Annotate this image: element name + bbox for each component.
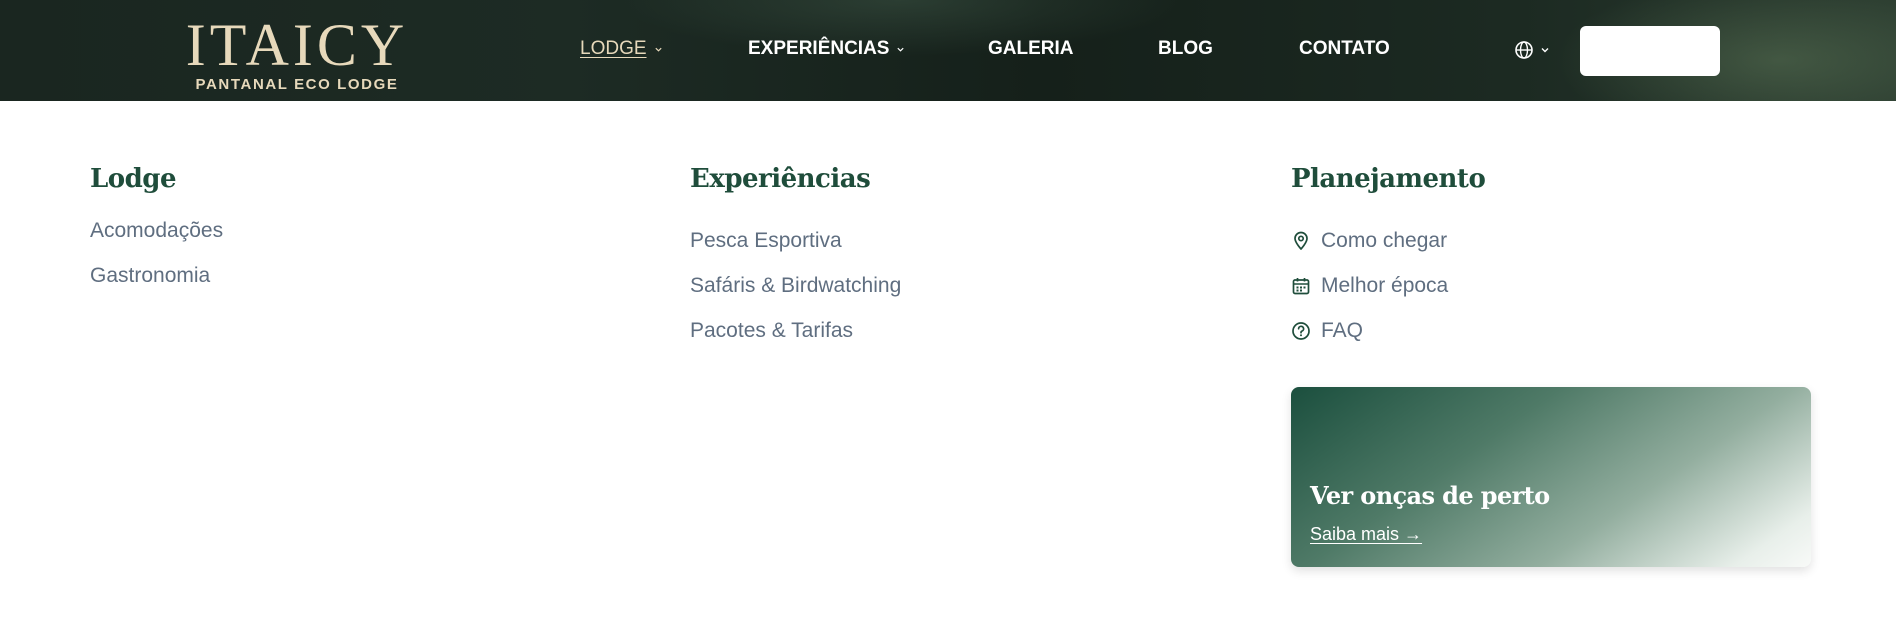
brand-tagline: PANTANAL ECO LODGE [195,76,399,93]
nav-item-label: LODGE [580,38,647,59]
nav-item-label: GALERIA [988,38,1074,59]
site-header: ITAICY PANTANAL ECO LODGE LODGE EXPERIÊN… [0,0,1896,101]
menu-link-gastronomia[interactable]: Gastronomia [90,264,210,288]
menu-link-acomodacoes[interactable]: Acomodações [90,219,223,243]
calendar-icon [1292,278,1310,295]
globe-icon [1515,41,1533,59]
chevron-down-icon [654,47,662,52]
brand-name: ITAICY [185,12,409,78]
chevron-down-icon [1541,48,1549,53]
menu-link-melhor-epoca[interactable]: Melhor época [1291,274,1448,298]
map-pin-icon [1294,231,1308,250]
nav-item-lodge[interactable]: LODGE [580,37,663,61]
menu-link-label: FAQ [1321,319,1364,342]
menu-link-faq[interactable]: FAQ [1291,319,1363,343]
language-selector[interactable] [1514,40,1550,60]
menu-column-title-lodge: Lodge [90,164,177,194]
nav-item-experiencias[interactable]: EXPERIÊNCIAS [748,37,905,61]
nav-item-label: CONTATO [1299,38,1390,59]
promo-card[interactable]: Ver onças de perto Saiba mais → [1291,387,1811,567]
brand-logo[interactable]: ITAICY PANTANAL ECO LODGE [178,14,416,94]
promo-title: Ver onças de perto [1310,481,1550,510]
menu-link-safaris-birdwatching[interactable]: Safáris & Birdwatching [690,274,901,298]
menu-column-title-experiencias: Experiências [690,164,871,194]
menu-link-pacotes-tarifas[interactable]: Pacotes & Tarifas [690,319,853,343]
promo-link[interactable]: Saiba mais → [1310,524,1422,545]
menu-column-title-planejamento: Planejamento [1291,164,1486,194]
menu-link-label: Como chegar [1321,229,1448,252]
help-circle-icon [1292,322,1310,340]
menu-link-label: Melhor época [1321,274,1449,297]
chevron-down-icon [897,47,905,52]
menu-link-como-chegar[interactable]: Como chegar [1291,229,1447,253]
cta-button[interactable] [1580,26,1720,76]
nav-item-blog[interactable]: BLOG [1158,37,1213,61]
nav-item-galeria[interactable]: GALERIA [988,37,1074,61]
nav-item-contato[interactable]: CONTATO [1299,37,1390,61]
menu-link-pesca-esportiva[interactable]: Pesca Esportiva [690,229,842,253]
nav-item-label: BLOG [1158,38,1213,59]
nav-item-label: EXPERIÊNCIAS [748,38,890,59]
